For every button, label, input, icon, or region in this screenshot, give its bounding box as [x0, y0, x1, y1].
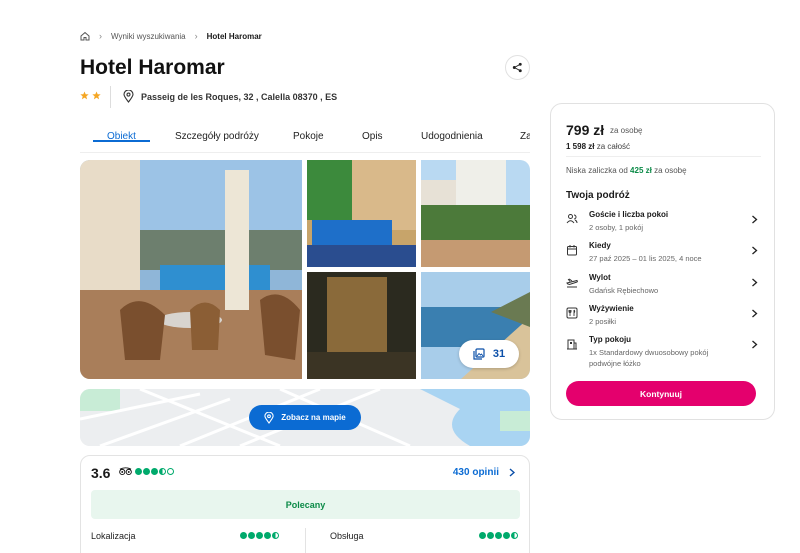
view-on-map-button[interactable]: Zobacz na mapie	[249, 405, 361, 430]
tab-obiekt[interactable]: Obiekt	[93, 128, 150, 142]
review-card: 3.6 430 opinii Polecany Lokalizacja Obsł…	[80, 455, 530, 553]
divider	[110, 86, 111, 108]
page-title: Hotel Haromar	[80, 56, 225, 79]
price-per-person: 799 zł	[566, 122, 605, 138]
guests-icon	[566, 214, 578, 224]
trip-row-value: 1x Standardowy dwuosobowy pokój podwójne…	[589, 348, 709, 368]
deposit-info: Niska zaliczka od 425 zł za osobę	[566, 166, 687, 175]
divider	[566, 156, 761, 157]
chevron-right-icon	[752, 215, 758, 224]
trip-row-value: 2 osoby, 1 pokój	[589, 223, 644, 232]
rating-label-location: Lokalizacja	[91, 531, 136, 541]
share-icon	[512, 62, 522, 73]
location-pin-icon	[264, 411, 274, 424]
price-per-label: za osobę	[610, 126, 643, 135]
star-icon	[92, 91, 101, 100]
tab-more[interactable]: Za	[520, 128, 530, 142]
chevron-right-icon	[752, 340, 758, 349]
tripadvisor-rating	[119, 467, 174, 476]
gallery-count: 31	[492, 348, 506, 360]
gallery-count-button[interactable]: 31	[459, 340, 519, 368]
gallery-photo-street[interactable]	[421, 160, 530, 267]
tab-trip-details[interactable]: Szczegóły podróży	[175, 128, 259, 142]
deposit-suffix: za osobę	[654, 166, 687, 175]
tab-amenities[interactable]: Udogodnienia	[421, 128, 483, 142]
trip-row-value: 2 posiłki	[589, 317, 617, 326]
address-text: Passeig de les Roques, 32 , Calella 0837…	[141, 91, 338, 102]
breadcrumb-search-results[interactable]: Wyniki wyszukiwania	[111, 32, 186, 41]
hotel-stars	[80, 91, 101, 100]
trip-row-value: 27 paź 2025 – 01 lis 2025, 4 noce	[589, 254, 702, 263]
room-icon	[567, 339, 577, 350]
tripadvisor-icon	[119, 467, 132, 476]
chevron-right-icon	[509, 468, 515, 477]
trip-title: Twoja podróż	[566, 190, 630, 201]
price-total: 1 598 zł za całość	[566, 142, 630, 151]
gallery-photo-night[interactable]	[307, 272, 416, 379]
tab-description[interactable]: Opis	[362, 128, 383, 142]
tab-bar: Obiekt Szczegóły podróży Pokoje Opis Udo…	[80, 128, 530, 154]
breadcrumb-current: Hotel Haromar	[206, 31, 262, 41]
rating-dots	[135, 468, 174, 475]
hotel-address[interactable]: Passeig de les Roques, 32 , Calella 0837…	[123, 90, 337, 103]
recommended-badge: Polecany	[91, 490, 520, 519]
calendar-icon	[567, 245, 577, 256]
deposit-amount: 425 zł	[630, 166, 652, 175]
trip-row-value: Gdańsk Rębiechowo	[589, 286, 659, 295]
price-total-label: za całość	[596, 142, 631, 151]
location-pin-icon	[123, 90, 134, 103]
opinions-link[interactable]: 430 opinii	[453, 467, 515, 478]
rating-dots-service	[479, 532, 518, 539]
trip-row-title: Typ pokoju	[589, 335, 632, 344]
home-icon[interactable]	[80, 31, 90, 41]
view-on-map-label: Zobacz na mapie	[281, 413, 346, 422]
trip-row-title: Wylot	[589, 273, 611, 282]
continue-button[interactable]: Kontynuuj	[566, 381, 756, 406]
star-icon	[80, 91, 89, 100]
chevron-right-icon	[752, 246, 758, 255]
trip-row-title: Goście i liczba pokoi	[589, 210, 669, 219]
booking-panel: 799 zł za osobę 1 598 zł za całość Niska…	[550, 103, 775, 420]
chevron-right-icon	[752, 278, 758, 287]
trip-row-title: Wyżywienie	[589, 304, 634, 313]
main-photo[interactable]	[80, 160, 302, 379]
share-button[interactable]	[505, 55, 530, 80]
chevron-right-icon: ›	[99, 31, 102, 41]
opinions-count: 430 opinii	[452, 467, 499, 478]
rating-dots-location	[240, 532, 279, 539]
divider	[305, 528, 306, 553]
tab-rooms[interactable]: Pokoje	[293, 128, 324, 142]
rating-label-service: Obsługa	[330, 531, 364, 541]
chevron-right-icon	[752, 309, 758, 318]
photos-icon	[473, 348, 485, 360]
breadcrumb: › Wyniki wyszukiwania › Hotel Haromar	[80, 31, 262, 41]
chevron-right-icon: ›	[194, 31, 198, 41]
gallery-photo-pool[interactable]	[307, 160, 416, 267]
deposit-prefix: Niska zaliczka od	[566, 166, 628, 175]
review-score: 3.6	[91, 465, 111, 481]
plane-icon	[566, 278, 578, 288]
tabs-underline	[80, 152, 530, 153]
price-total-amount: 1 598 zł	[566, 142, 595, 151]
trip-row-title: Kiedy	[589, 241, 611, 250]
meals-icon	[566, 307, 578, 319]
